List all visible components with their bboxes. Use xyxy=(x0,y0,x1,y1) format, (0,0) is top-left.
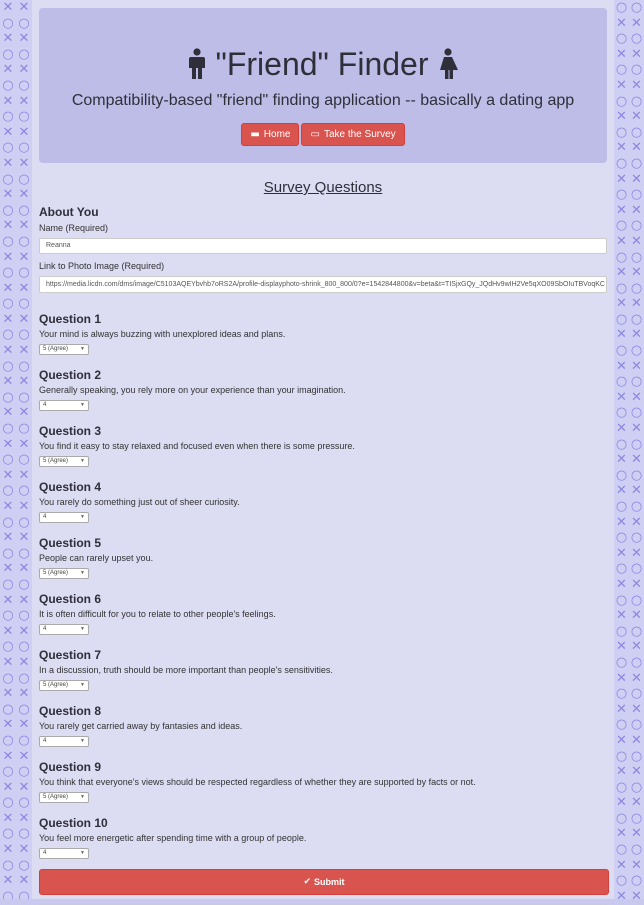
answer-value: 4 xyxy=(43,626,47,632)
chevron-down-icon: ▼ xyxy=(80,738,85,744)
chevron-down-icon: ▼ xyxy=(80,850,85,856)
chevron-down-icon: ▼ xyxy=(80,682,85,688)
question-text: In a discussion, truth should be more im… xyxy=(39,665,333,675)
question-title: Question 8 xyxy=(39,704,102,718)
questions-list: Question 1 Your mind is always buzzing wi… xyxy=(39,312,607,859)
chevron-down-icon: ▼ xyxy=(80,570,85,576)
photo-url-field[interactable]: https://media.licdn.com/dms/image/C5103A… xyxy=(39,276,607,293)
question-text: You find it easy to stay relaxed and foc… xyxy=(39,441,355,451)
question-5: Question 5 People can rarely upset you. 5 … xyxy=(39,536,607,579)
question-9: Question 9 You think that everyone's view… xyxy=(39,760,607,803)
answer-select[interactable]: 4 ▼ xyxy=(39,848,89,859)
answer-select[interactable]: 5 (Agree) ▼ xyxy=(39,792,89,803)
survey-title: Survey Questions xyxy=(263,179,383,196)
card-icon: ▬ xyxy=(250,129,260,140)
question-text: You think that everyone's views should b… xyxy=(39,777,476,787)
answer-select[interactable]: 4 ▼ xyxy=(39,624,89,635)
answer-select[interactable]: 5 (Agree) ▼ xyxy=(39,568,89,579)
background-pattern-right: ○ ○ ✕ ✕ ○ ○ ✕ ✕ ○ ○ ✕ ✕ ○ ○ ✕ ✕ ○ ○ ✕ ✕ ○ ○ ✕ ✕ ○ ○ ✕ ✕ ○ ○ ✕ ✕ ○ ○ ✕ ✕ ○ ○ ✕ ✕… xyxy=(614,0,644,899)
question-text: You rarely do something just out of shee… xyxy=(39,497,240,507)
answer-value: 4 xyxy=(43,514,47,520)
question-6: Question 6 It is often difficult for you … xyxy=(39,592,607,635)
chevron-down-icon: ▼ xyxy=(80,794,85,800)
answer-value: 4 xyxy=(43,850,47,856)
question-title: Question 5 xyxy=(39,536,102,550)
answer-select[interactable]: 5 (Agree) ▼ xyxy=(39,344,89,355)
jumbotron-header: "Friend" Finder Compatibility-based "fri… xyxy=(39,8,607,163)
answer-value: 5 (Agree) xyxy=(43,794,69,800)
answer-value: 4 xyxy=(43,402,47,408)
name-field[interactable]: Reanna xyxy=(39,238,607,254)
main-container: "Friend" Finder Compatibility-based "fri… xyxy=(32,0,614,905)
question-text: You feel more energetic after spending t… xyxy=(39,833,307,843)
photo-label: Link to Photo Image (Required) xyxy=(39,261,165,271)
question-text: Generally speaking, you rely more on you… xyxy=(39,385,346,395)
take-survey-button[interactable]: ▭ Take the Survey xyxy=(301,123,405,146)
answer-value: 5 (Agree) xyxy=(43,570,69,576)
answer-select[interactable]: 5 (Agree) ▼ xyxy=(39,456,89,467)
question-3: Question 3 You find it easy to stay relax… xyxy=(39,424,607,467)
question-text: Your mind is always buzzing with unexplo… xyxy=(39,329,286,339)
about-heading: About You xyxy=(39,205,99,219)
answer-value: 4 xyxy=(43,738,47,744)
question-title: Question 4 xyxy=(39,480,102,494)
answer-select[interactable]: 5 (Agree) ▼ xyxy=(39,680,89,691)
answer-select[interactable]: 4 ▼ xyxy=(39,512,89,523)
question-text: It is often difficult for you to relate … xyxy=(39,609,276,619)
answer-value: 5 (Agree) xyxy=(43,682,69,688)
home-button-label: Home xyxy=(263,129,291,140)
question-text: People can rarely upset you. xyxy=(39,553,154,563)
nav-buttons: ▬ Home ▭ Take the Survey xyxy=(39,123,607,146)
page-subtitle: Compatibility-based "friend" finding app… xyxy=(71,92,575,109)
question-title: Question 2 xyxy=(39,368,102,382)
home-button[interactable]: ▬ Home xyxy=(241,123,300,146)
question-title: Question 7 xyxy=(39,648,102,662)
question-title: Question 10 xyxy=(39,816,108,830)
chevron-down-icon: ▼ xyxy=(80,514,85,520)
page-title: "Friend" Finder xyxy=(215,46,429,82)
chevron-down-icon: ▼ xyxy=(80,458,85,464)
chevron-down-icon: ▼ xyxy=(80,626,85,632)
question-title: Question 3 xyxy=(39,424,102,438)
check-circle-icon: ✔ xyxy=(303,877,312,887)
answer-value: 5 (Agree) xyxy=(43,458,69,464)
question-title: Question 9 xyxy=(39,760,102,774)
question-4: Question 4 You rarely do something just o… xyxy=(39,480,607,523)
question-title: Question 6 xyxy=(39,592,102,606)
take-survey-button-label: Take the Survey xyxy=(323,129,396,140)
submit-button-label: Submit xyxy=(314,877,345,887)
question-text: You rarely get carried away by fantasies… xyxy=(39,721,243,731)
page-title-row: "Friend" Finder xyxy=(39,44,607,84)
question-2: Question 2 Generally speaking, you rely m… xyxy=(39,368,607,411)
question-1: Question 1 Your mind is always buzzing wi… xyxy=(39,312,607,355)
man-icon xyxy=(189,48,206,79)
question-7: Question 7 In a discussion, truth should … xyxy=(39,648,607,691)
background-pattern-left: ✕ ✕ ○ ○ ✕ ✕ ○ ○ ✕ ✕ ○ ○ ✕ ✕ ○ ○ ✕ ✕ ○ ○ ✕ ✕ ○ ○ ✕ ✕ ○ ○ ✕ ✕ ○ ○ ✕ ✕ ○ ○ ✕ ✕ ○ ○… xyxy=(0,0,32,899)
answer-value: 5 (Agree) xyxy=(43,346,69,352)
chevron-down-icon: ▼ xyxy=(80,402,85,408)
answer-select[interactable]: 4 ▼ xyxy=(39,400,89,411)
woman-icon xyxy=(439,48,458,79)
submit-button[interactable]: ✔ Submit xyxy=(39,869,609,895)
question-10: Question 10 You feel more energetic after… xyxy=(39,816,607,859)
credit-card-icon: ▭ xyxy=(310,129,320,140)
answer-select[interactable]: 4 ▼ xyxy=(39,736,89,747)
name-label: Name (Required) xyxy=(39,223,109,233)
chevron-down-icon: ▼ xyxy=(80,346,85,352)
question-title: Question 1 xyxy=(39,312,102,326)
question-8: Question 8 You rarely get carried away by… xyxy=(39,704,607,747)
